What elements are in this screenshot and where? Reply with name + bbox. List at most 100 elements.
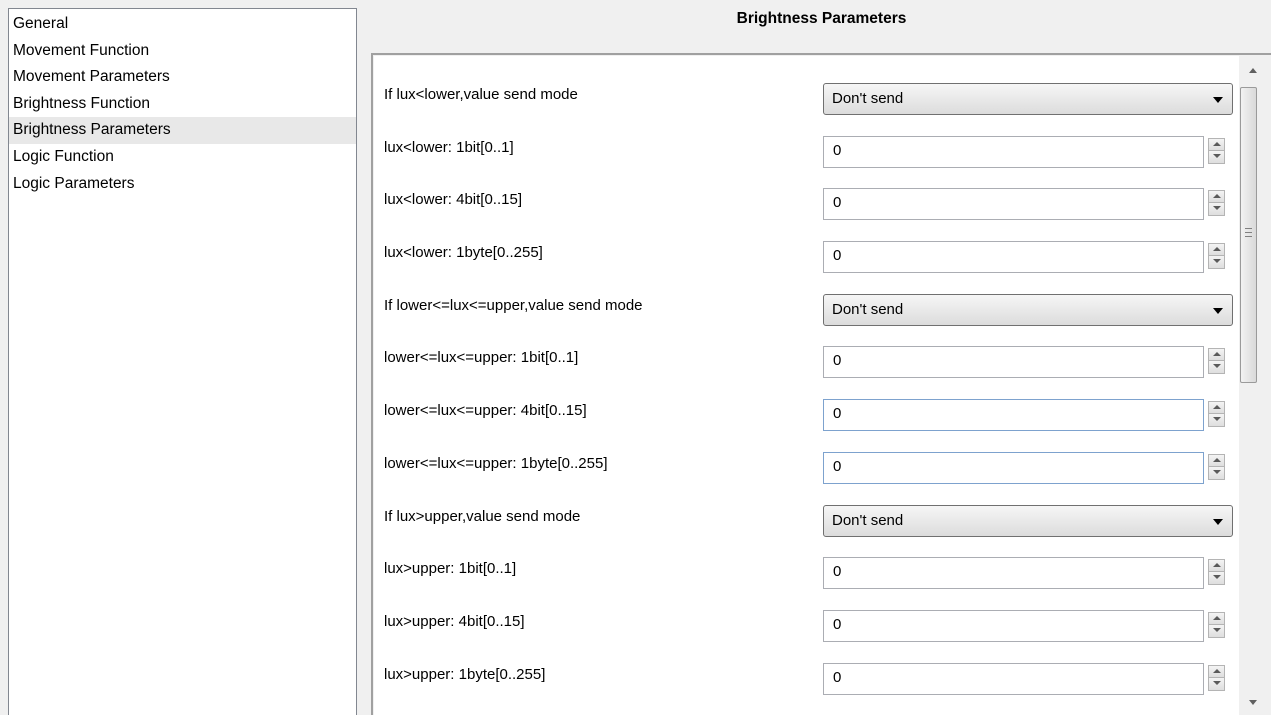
scroll-down-icon[interactable] — [1249, 700, 1257, 705]
value-input[interactable]: 0 — [823, 557, 1204, 590]
scrollbar-thumb[interactable] — [1240, 87, 1257, 383]
nav-item-movement-function[interactable]: Movement Function — [9, 38, 356, 65]
value-input[interactable]: 0 — [823, 346, 1204, 379]
spin-up-button[interactable] — [1208, 664, 1225, 678]
spin-buttons — [1208, 559, 1225, 586]
parameter-row: lux<lower: 1bit[0..1] 0 — [374, 125, 1239, 178]
grip-icon — [1245, 228, 1252, 237]
spin-up-icon — [1213, 405, 1221, 410]
value-input[interactable]: 0 — [823, 241, 1204, 274]
spin-buttons — [1208, 664, 1225, 691]
spin-buttons — [1208, 611, 1225, 638]
spin-buttons — [1208, 137, 1225, 164]
parameter-label: lux>upper: 1byte[0..255] — [384, 665, 546, 683]
value-input[interactable]: 0 — [823, 399, 1204, 432]
spin-up-button[interactable] — [1208, 559, 1225, 573]
spin-down-icon — [1213, 153, 1221, 158]
spin-buttons — [1208, 401, 1225, 428]
spin-buttons — [1208, 348, 1225, 375]
spin-up-button[interactable] — [1208, 243, 1225, 257]
spin-down-button[interactable] — [1208, 203, 1225, 217]
scroll-up-icon[interactable] — [1249, 68, 1257, 73]
parameter-row: lux>upper: 1byte[0..255] 0 — [374, 652, 1239, 705]
spin-down-button[interactable] — [1208, 677, 1225, 691]
parameter-label: lux>upper: 4bit[0..15] — [384, 612, 525, 630]
nav-item-brightness-parameters[interactable]: Brightness Parameters — [9, 117, 356, 144]
parameter-label: If lower<=lux<=upper,value send mode — [384, 296, 643, 314]
spin-buttons — [1208, 190, 1225, 217]
parameter-row: lux<lower: 4bit[0..15] 0 — [374, 177, 1239, 230]
chevron-down-icon — [1213, 307, 1223, 314]
spin-down-button[interactable] — [1208, 414, 1225, 428]
spin-up-icon — [1213, 247, 1221, 252]
parameter-label: lux<lower: 1byte[0..255] — [384, 244, 543, 262]
spin-up-button[interactable] — [1208, 453, 1225, 467]
spin-up-button[interactable] — [1208, 190, 1225, 204]
value-input[interactable]: 0 — [823, 662, 1204, 695]
parameter-row: If lower<=lux<=upper,value send mode Don'… — [374, 283, 1239, 336]
spin-up-button[interactable] — [1208, 137, 1225, 151]
spin-up-icon — [1213, 563, 1221, 568]
parameter-label: lower<=lux<=upper: 4bit[0..15] — [384, 402, 587, 420]
parameter-label: lux<lower: 4bit[0..15] — [384, 191, 522, 209]
spin-up-button[interactable] — [1208, 611, 1225, 625]
spin-down-icon — [1213, 469, 1221, 474]
parameter-list: If lux<lower,value send mode Don't send lu… — [374, 72, 1239, 704]
nav-item-brightness-function[interactable]: Brightness Function — [9, 91, 356, 118]
value-input[interactable]: 0 — [823, 451, 1204, 484]
send-mode-dropdown[interactable]: Don't send — [823, 504, 1233, 537]
dropdown-value: Don't send — [832, 90, 904, 107]
nav-item-general[interactable]: General — [9, 11, 356, 38]
spin-buttons — [1208, 453, 1225, 480]
parameter-label: lux<lower: 1bit[0..1] — [384, 138, 514, 156]
spin-down-button[interactable] — [1208, 466, 1225, 480]
spin-up-icon — [1213, 668, 1221, 673]
spin-up-button[interactable] — [1208, 348, 1225, 362]
spin-down-icon — [1213, 627, 1221, 632]
spin-up-icon — [1213, 615, 1221, 620]
spin-down-icon — [1213, 206, 1221, 211]
parameter-label: lux>upper: 1bit[0..1] — [384, 560, 517, 578]
nav-item-logic-parameters[interactable]: Logic Parameters — [9, 171, 356, 198]
spin-up-icon — [1213, 352, 1221, 357]
value-input[interactable]: 0 — [823, 188, 1204, 221]
spin-down-icon — [1213, 575, 1221, 580]
parameter-panel: If lux<lower,value send mode Don't send lu… — [374, 56, 1239, 715]
dropdown-value: Don't send — [832, 511, 904, 529]
page-title: Brightness Parameters — [736, 10, 907, 27]
parameter-row: lower<=lux<=upper: 4bit[0..15] 0 — [374, 388, 1239, 441]
send-mode-dropdown[interactable]: Don't send — [823, 293, 1233, 326]
spin-up-icon — [1213, 194, 1221, 199]
value-input[interactable]: 0 — [823, 135, 1204, 168]
parameter-tree: General Movement Function Movement Paramet… — [8, 8, 357, 715]
spin-down-button[interactable] — [1208, 624, 1225, 638]
parameter-row: lux>upper: 4bit[0..15] 0 — [374, 599, 1239, 652]
send-mode-dropdown[interactable]: Don't send — [823, 83, 1233, 115]
parameter-row: lux>upper: 1bit[0..1] 0 — [374, 546, 1239, 599]
spin-down-button[interactable] — [1208, 256, 1225, 270]
parameter-row: If lux>upper,value send mode Don't send — [374, 494, 1239, 547]
spin-up-button[interactable] — [1208, 401, 1225, 415]
spin-buttons — [1208, 243, 1225, 270]
value-input[interactable]: 0 — [823, 609, 1204, 642]
nav-item-movement-parameters[interactable]: Movement Parameters — [9, 64, 356, 91]
dropdown-value: Don't send — [832, 300, 904, 318]
spin-down-button[interactable] — [1208, 150, 1225, 164]
parameter-row: lower<=lux<=upper: 1bit[0..1] 0 — [374, 335, 1239, 388]
spin-down-button[interactable] — [1208, 572, 1225, 586]
spin-down-icon — [1213, 259, 1221, 264]
spin-down-icon — [1213, 364, 1221, 369]
chevron-down-icon — [1213, 97, 1223, 103]
parameter-row: If lux<lower,value send mode Don't send — [374, 72, 1239, 125]
parameter-row: lower<=lux<=upper: 1byte[0..255] 0 — [374, 441, 1239, 494]
parameter-row: lux<lower: 1byte[0..255] 0 — [374, 230, 1239, 283]
nav-item-logic-function[interactable]: Logic Function — [9, 144, 356, 171]
vertical-scrollbar[interactable] — [1239, 56, 1271, 715]
parameter-label: lower<=lux<=upper: 1byte[0..255] — [384, 454, 608, 472]
spin-up-icon — [1213, 457, 1221, 462]
parameter-label: lower<=lux<=upper: 1bit[0..1] — [384, 349, 579, 367]
spin-down-button[interactable] — [1208, 361, 1225, 375]
parameter-label: If lux>upper,value send mode — [384, 507, 581, 525]
spin-down-icon — [1213, 680, 1221, 685]
parameter-label: If lux<lower,value send mode — [384, 86, 578, 103]
